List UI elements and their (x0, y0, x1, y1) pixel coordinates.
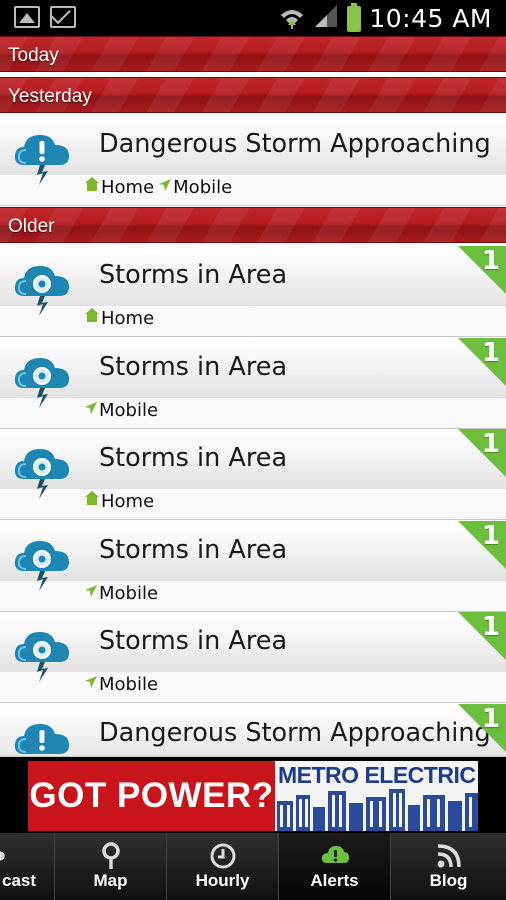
tab-blog[interactable]: Blog (391, 833, 506, 900)
battery-icon (347, 3, 362, 32)
section-label: Yesterday (8, 86, 92, 107)
bottom-nav: cast Map Hourly Alerts Blog (0, 833, 506, 900)
count-badge: 1 (458, 704, 506, 752)
tab-forecast[interactable]: cast (0, 833, 55, 900)
location-arrow-icon (85, 402, 97, 414)
status-bar: 10:45 AM (0, 0, 506, 36)
status-time: 10:45 AM (369, 3, 492, 33)
section-label: Older (8, 216, 55, 237)
storm-icon (14, 541, 69, 591)
alert-tags: Home (84, 491, 158, 512)
section-header-today: Today (0, 36, 506, 72)
alert-title: Dangerous Storm Approaching (99, 129, 491, 159)
storm-icon (14, 449, 69, 499)
storm-warning-icon (14, 724, 69, 754)
alert-row[interactable]: Storms in Area Home 1 (0, 429, 506, 520)
storm-icon (14, 632, 69, 682)
alert-row[interactable]: Storms in Area Mobile 1 (0, 612, 506, 703)
tag-home: Home (84, 177, 154, 198)
alert-row[interactable]: Storms in Area Mobile 1 (0, 338, 506, 429)
home-icon (85, 308, 99, 322)
home-icon (85, 491, 99, 505)
tab-label: Hourly (195, 871, 250, 890)
city-skyline-icon (277, 789, 478, 831)
home-icon (85, 177, 99, 191)
wifi-icon (279, 5, 305, 31)
alert-row[interactable]: Storms in Area Mobile 1 (0, 521, 506, 612)
ad-banner[interactable]: GOT POWER? METRO ELECTRIC (28, 761, 478, 831)
storm-warning-icon (14, 135, 69, 185)
storm-icon (14, 358, 69, 408)
ad-brand: METRO ELECTRIC (278, 762, 476, 788)
count-badge: 1 (458, 429, 506, 477)
section-header-yesterday: Yesterday (0, 77, 506, 113)
alert-title: Dangerous Storm Approaching (99, 718, 491, 748)
gallery-icon (14, 6, 40, 28)
section-header-older: Older (0, 207, 506, 243)
map-pin-icon (101, 842, 120, 869)
location-arrow-icon (159, 179, 172, 191)
alert-title: Storms in Area (99, 352, 288, 382)
clock-icon (210, 843, 235, 869)
tab-label: Map (93, 871, 128, 890)
tag-mobile: Mobile (84, 583, 158, 604)
alert-tags: Home Mobile (84, 177, 236, 198)
tab-map[interactable]: Map (55, 833, 167, 900)
alert-row[interactable]: Storms in Area Home 1 (0, 246, 506, 337)
tag-home: Home (84, 308, 154, 329)
location-arrow-icon (85, 585, 97, 597)
tab-label: Blog (429, 871, 468, 890)
tag-mobile: Mobile (158, 177, 232, 198)
ad-banner-strip: GOT POWER? METRO ELECTRIC (0, 757, 506, 833)
count-badge: 1 (458, 521, 506, 569)
location-arrow-icon (85, 676, 97, 688)
rss-icon (437, 844, 461, 868)
alert-row[interactable]: Dangerous Storm Approaching Home Mobile (0, 115, 506, 206)
email-icon (50, 6, 76, 28)
alert-tags: Home (84, 308, 158, 329)
alert-title: Storms in Area (99, 443, 288, 473)
signal-icon (313, 3, 339, 33)
tab-label: Alerts (310, 871, 359, 890)
tab-alerts[interactable]: Alerts (279, 833, 391, 900)
tab-hourly[interactable]: Hourly (167, 833, 279, 900)
count-badge: 1 (458, 612, 506, 660)
tab-label: cast (2, 871, 37, 890)
alert-tags: Mobile (84, 583, 162, 604)
alert-title: Storms in Area (99, 260, 288, 290)
ad-headline: GOT POWER? (28, 761, 275, 831)
count-badge: 1 (458, 246, 506, 294)
tag-mobile: Mobile (84, 674, 158, 695)
tag-home: Home (84, 491, 154, 512)
forecast-icon (0, 851, 5, 861)
alert-row[interactable]: Dangerous Storm Approaching 1 (0, 704, 506, 757)
alert-tags: Mobile (84, 400, 162, 421)
ad-brand-panel: METRO ELECTRIC (275, 761, 478, 831)
alert-tags: Mobile (84, 674, 162, 695)
alert-title: Storms in Area (99, 626, 288, 656)
alert-cloud-icon (321, 846, 349, 863)
count-badge: 1 (458, 338, 506, 386)
storm-icon (14, 266, 69, 316)
alert-title: Storms in Area (99, 535, 288, 565)
tag-mobile: Mobile (84, 400, 158, 421)
section-label: Today (8, 45, 59, 66)
